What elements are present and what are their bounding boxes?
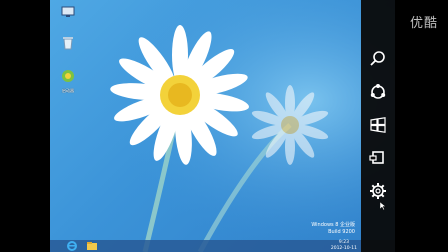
clock-date: 2012-10-11 <box>330 245 357 251</box>
charms-bar <box>361 0 395 252</box>
share-icon[interactable] <box>367 81 389 103</box>
start-icon[interactable] <box>367 114 389 136</box>
windows-build: Build 9200 <box>328 229 355 235</box>
mouse-cursor <box>380 202 386 210</box>
explorer-icon[interactable] <box>86 241 98 251</box>
desktop-icon-app[interactable]: 启动器 <box>53 68 83 93</box>
search-icon[interactable] <box>367 48 389 70</box>
taskbar: 9:23 2012-10-11 <box>50 240 395 252</box>
desktop-icon-computer[interactable] <box>53 3 83 22</box>
app-shortcut-icon <box>62 70 74 82</box>
settings-icon[interactable] <box>367 180 389 202</box>
system-clock[interactable]: 9:23 2012-10-11 <box>331 240 357 251</box>
video-watermark: 优酷 <box>409 16 438 31</box>
daisy-wallpaper <box>50 0 395 252</box>
letterbox-right <box>395 0 448 252</box>
desktop-icon-recycle-bin[interactable] <box>53 35 83 54</box>
ie-icon[interactable] <box>66 241 78 251</box>
windows-desktop[interactable]: 启动器 Windows 8 企业版 Build 9200 9:23 2012-1… <box>50 0 395 252</box>
recycle-bin-icon <box>63 37 73 50</box>
desktop-icon-label: 启动器 <box>62 88 74 93</box>
letterbox-left <box>0 0 50 252</box>
windows-edition: Windows 8 企业版 <box>311 222 355 228</box>
devices-icon[interactable] <box>367 147 389 169</box>
windows-build-watermark: Windows 8 企业版 Build 9200 <box>311 222 355 236</box>
computer-icon <box>61 6 75 17</box>
